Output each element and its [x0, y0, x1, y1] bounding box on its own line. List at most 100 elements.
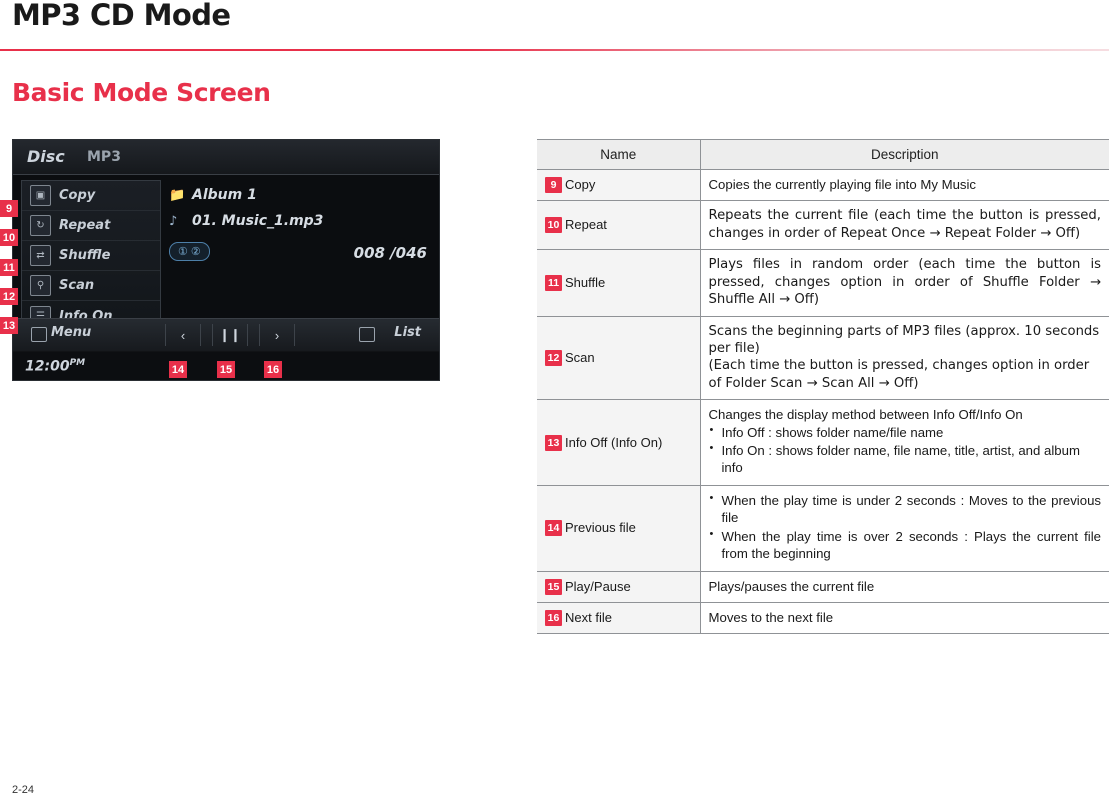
row-name-label: Previous file	[565, 520, 636, 536]
row-name-cell: 12 Scan	[537, 315, 701, 401]
description-line: Plays files in random order (each time t…	[708, 257, 1102, 308]
track-name: 01. Music_1.mp3	[192, 213, 324, 229]
transport-controls: ‹ ❙❙ ›	[165, 323, 295, 347]
row-name-label: Play/Pause	[565, 578, 631, 594]
copy-icon: ▣	[30, 185, 51, 206]
disc-label: Disc	[27, 147, 65, 166]
screen-illustration: Disc MP3 ▣ Copy ↻ Repeat ⇄ Shuffle ⚲ Sca…	[0, 139, 440, 381]
row-description-cell: Changes the display method between Info …	[700, 399, 1109, 486]
callout-16: 16	[264, 361, 282, 378]
section-title: Basic Mode Screen	[12, 78, 271, 107]
row-number-badge: 13	[545, 434, 562, 451]
list-icon	[359, 327, 375, 342]
shuffle-icon: ⇄	[30, 245, 51, 266]
clock: 12:00PM	[25, 358, 85, 375]
row-description-cell: Moves to the next file	[700, 602, 1109, 635]
row-name-cell: 10 Repeat	[537, 200, 701, 251]
callout-11: 11	[0, 259, 18, 276]
description-bullet: When the play time is over 2 seconds : P…	[709, 527, 1101, 563]
column-header-name: Name	[537, 139, 701, 170]
description-line: Scans the beginning parts of MP3 files (…	[708, 323, 1100, 356]
play-pause-button[interactable]: ❙❙	[212, 324, 248, 346]
row-name-cell: 11 Shuffle	[537, 249, 701, 317]
callout-12: 12	[0, 288, 18, 305]
list-button[interactable]: List	[394, 325, 421, 340]
clock-suffix: PM	[69, 358, 86, 368]
next-file-button[interactable]: ›	[259, 324, 295, 346]
row-number-badge: 10	[545, 217, 562, 234]
column-header-description: Description	[700, 139, 1109, 170]
screen-bottom-bar: Menu ‹ ❙❙ › List	[13, 318, 439, 352]
description-line: Copies the currently playing file into M…	[708, 177, 977, 192]
clock-time: 12:00	[25, 358, 70, 375]
folder-icon: 📁	[169, 187, 186, 203]
previous-file-button[interactable]: ‹	[165, 324, 201, 346]
now-playing-info: 📁 Album 1 ♪ 01. Music_1.mp3 ① ② 008 /046	[169, 182, 431, 332]
table-row: 14Previous file When the play time is un…	[537, 484, 1109, 572]
head-unit-screen: Disc MP3 ▣ Copy ↻ Repeat ⇄ Shuffle ⚲ Sca…	[12, 139, 440, 381]
row-name-cell: 13 Info Off (Info On)	[537, 399, 701, 486]
screen-option-menu: ▣ Copy ↻ Repeat ⇄ Shuffle ⚲ Scan ☰ Info …	[21, 180, 161, 332]
row-number-badge: 15	[545, 578, 562, 595]
menu-item-copy[interactable]: ▣ Copy	[22, 181, 160, 211]
table-row: 13 Info Off (Info On) Changes the display…	[537, 399, 1109, 486]
manual-page: MP3 CD Mode Basic Mode Screen Disc MP3 ▣…	[0, 0, 1109, 809]
track-row: ♪ 01. Music_1.mp3	[169, 208, 431, 234]
row-number-badge: 14	[545, 520, 562, 537]
row-description-cell: Scans the beginning parts of MP3 files (…	[700, 315, 1109, 401]
menu-item-label: Copy	[59, 188, 96, 203]
scan-icon: ⚲	[30, 275, 51, 296]
mode-status-badge: ① ②	[169, 242, 210, 261]
menu-item-label: Shuffle	[59, 248, 111, 263]
header-divider	[0, 49, 1109, 51]
row-name-cell: 14 Previous file	[537, 484, 701, 572]
row-description-cell: Plays files in random order (each time t…	[700, 249, 1109, 317]
table-row: 10 Repeat Repeats the current file (each …	[537, 200, 1109, 251]
menu-item-scan[interactable]: ⚲ Scan	[22, 271, 160, 301]
row-name-label: Info Off (Info On)	[565, 434, 663, 450]
menu-item-shuffle[interactable]: ⇄ Shuffle	[22, 241, 160, 271]
format-label: MP3	[87, 149, 121, 165]
description-bullet: Info On : shows folder name, file name, …	[709, 441, 1102, 477]
row-name-cell: 16 Next file	[537, 602, 701, 635]
menu-item-label: Scan	[59, 278, 95, 293]
description-heading: Changes the display method between Info …	[708, 407, 1023, 423]
music-note-icon: ♪	[169, 213, 178, 229]
description-bullet: Info Off : shows folder name/file name	[709, 423, 1102, 441]
page-title: MP3 CD Mode	[12, 0, 231, 32]
callout-14: 14	[169, 361, 187, 378]
table-row: 12 Scan Scans the beginning parts of MP3 …	[537, 315, 1109, 401]
row-number-badge: 16	[545, 610, 562, 627]
track-counter: 008 /046	[353, 244, 427, 262]
description-bullet-list: When the play time is under 2 seconds : …	[709, 491, 1101, 563]
description-line: Repeats the current file (each time the …	[708, 208, 1102, 241]
row-name-cell: 15 Play/Pause	[537, 570, 701, 604]
row-name-label: Copy	[565, 177, 596, 193]
page-number: 2-24	[12, 784, 35, 796]
callout-15: 15	[217, 361, 235, 378]
folder-row: 📁 Album 1	[169, 182, 431, 208]
table-header-row: Name Description	[537, 139, 1109, 170]
callout-13: 13	[0, 317, 18, 334]
menu-item-label: Repeat	[59, 218, 111, 233]
row-name-label: Next file	[565, 610, 612, 626]
table-row: 11 Shuffle Plays files in random order (e…	[537, 249, 1109, 317]
row-description-cell: When the play time is under 2 seconds : …	[700, 484, 1109, 572]
callout-10: 10	[0, 229, 18, 246]
screen-top-bar: Disc MP3	[13, 140, 439, 175]
row-number-badge: 9	[545, 177, 562, 194]
row-description-cell: Repeats the current file (each time the …	[700, 200, 1109, 251]
table-row: 9 Copy Copies the currently playing file …	[537, 168, 1109, 202]
row-name-label: Shuffle	[565, 274, 606, 290]
row-name-label: Repeat	[565, 217, 607, 233]
table-row: 16 Next file Moves to the next file	[537, 602, 1109, 635]
row-number-badge: 12	[545, 349, 562, 366]
menu-grid-icon	[31, 327, 47, 342]
description-bullet: When the play time is under 2 seconds : …	[709, 491, 1101, 527]
menu-item-repeat[interactable]: ↻ Repeat	[22, 211, 160, 241]
menu-button[interactable]: Menu	[51, 325, 91, 340]
row-name-label: Scan	[565, 349, 595, 365]
row-description-cell: Copies the currently playing file into M…	[700, 168, 1109, 202]
repeat-icon: ↻	[30, 215, 51, 236]
table-row: 15 Play/Pause Plays/pauses the current fi…	[537, 570, 1109, 604]
